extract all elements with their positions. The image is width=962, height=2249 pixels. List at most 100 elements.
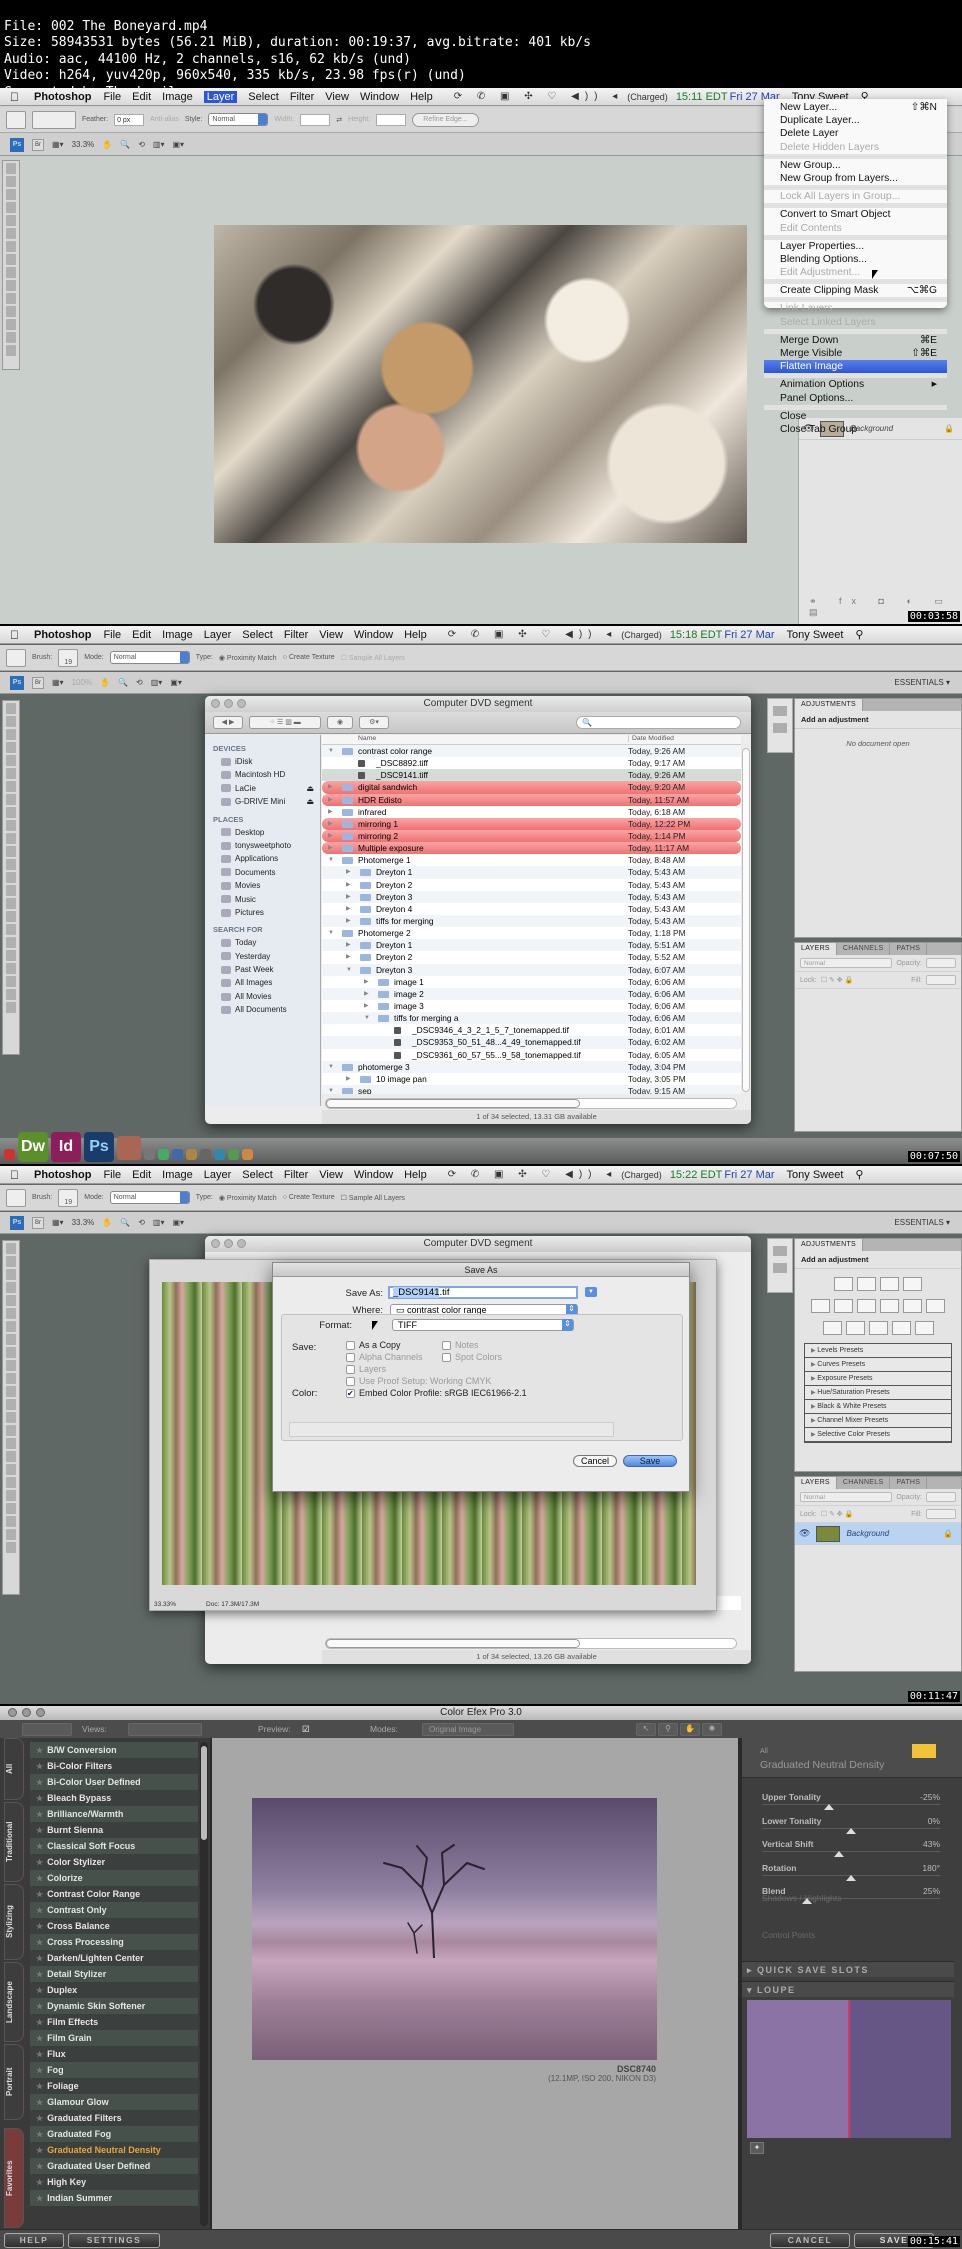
favorite-star-icon[interactable]: ★ bbox=[36, 1842, 43, 1851]
views-buttons[interactable] bbox=[128, 1722, 202, 1736]
mode-select[interactable]: Normal bbox=[109, 1191, 190, 1204]
menu-item[interactable]: Flatten Image bbox=[764, 360, 947, 374]
save-option-checkbox[interactable]: As a Copy bbox=[346, 1340, 401, 1350]
favorite-star-icon[interactable]: ★ bbox=[36, 1826, 43, 1835]
menu-select[interactable]: Select bbox=[242, 1169, 273, 1181]
disclosure-triangle-icon[interactable]: ▶ bbox=[328, 818, 333, 830]
filter-list-item[interactable]: ★ Color Stylizer bbox=[30, 1854, 198, 1870]
apple-icon[interactable]:  bbox=[10, 628, 24, 642]
menu-window[interactable]: Window bbox=[360, 91, 399, 103]
browser-view-toggle[interactable] bbox=[22, 1722, 72, 1736]
list-item[interactable]: _DSC9346_4_3_2_1_5_7_tonemapped.tif Today… bbox=[322, 1024, 741, 1036]
create-texture-radio[interactable]: ○ Create Texture bbox=[283, 654, 335, 661]
save-option-checkbox[interactable]: ✔ Embed Color Profile: sRGB IEC61966-2.1 bbox=[346, 1388, 527, 1398]
list-item[interactable]: ▶ HDR Edisto Today, 11:57 AM bbox=[322, 793, 741, 806]
menu-item[interactable]: Convert to Smart Object bbox=[764, 208, 947, 221]
actions-icon[interactable] bbox=[773, 1263, 787, 1273]
doc-size[interactable]: Doc: 17.3M/17.3M bbox=[206, 1601, 259, 1608]
black-white-icon[interactable] bbox=[880, 1299, 899, 1313]
dock-app-icon[interactable] bbox=[158, 1149, 169, 1160]
disclosure-triangle-icon[interactable]: ▶ bbox=[364, 988, 369, 1000]
anti-alias-checkbox[interactable]: Anti-alias bbox=[150, 116, 179, 123]
filter-list-item[interactable]: ★ Bi-Color Filters bbox=[30, 1758, 198, 1774]
marquee-tool-preset[interactable] bbox=[6, 110, 26, 129]
list-item[interactable]: _DSC9141.tiff Today, 9:26 AM bbox=[322, 769, 741, 782]
filter-list-item[interactable]: ★ Cross Balance bbox=[30, 1918, 198, 1934]
dock-indesign[interactable]: Id bbox=[51, 1132, 81, 1162]
width-input[interactable] bbox=[300, 113, 331, 126]
list-item[interactable]: ▼ Dreyton 3 Today, 6:07 AM bbox=[322, 963, 741, 976]
menu-image[interactable]: Image bbox=[162, 1169, 193, 1181]
mode-select[interactable]: Normal bbox=[109, 651, 190, 664]
list-item[interactable]: ▼ Photomerge 1 Today, 8:48 AM bbox=[322, 854, 741, 866]
filter-list-scrollbar[interactable] bbox=[200, 1742, 208, 2226]
menu-image[interactable]: Image bbox=[162, 629, 193, 641]
category-tab[interactable]: Favorites bbox=[4, 2128, 24, 2228]
filter-list-item[interactable]: ★ Classical Soft Focus bbox=[30, 1838, 198, 1854]
lock-buttons[interactable]: ☐ ✎ ✥ 🔒 bbox=[821, 1510, 854, 1518]
tab-channels[interactable]: CHANNELS bbox=[837, 1477, 891, 1489]
filter-list-item[interactable]: ★ Bi-Color User Defined bbox=[30, 1774, 198, 1790]
preset-item[interactable]: Exposure Presets bbox=[805, 1372, 951, 1386]
dock-app-icon[interactable] bbox=[242, 1149, 253, 1160]
bridge-icon[interactable]: Br bbox=[32, 138, 44, 151]
tab-adjustments[interactable]: ADJUSTMENTS bbox=[795, 699, 864, 711]
dock-app-icon[interactable] bbox=[117, 1136, 141, 1160]
horizontal-scrollbar[interactable] bbox=[325, 1098, 737, 1109]
menu-filter[interactable]: Filter bbox=[290, 91, 314, 103]
selective-color-icon[interactable] bbox=[914, 1321, 934, 1335]
status-icons[interactable]: ⟳ ✆ ▣ ✣ ♡ ◀)) ◂ bbox=[448, 1169, 618, 1180]
list-item[interactable]: ▼ tiffs for merging a Today, 6:06 AM bbox=[322, 1012, 741, 1025]
screen-mode-icon[interactable]: ▣▾ bbox=[170, 678, 182, 687]
favorite-star-icon[interactable]: ★ bbox=[36, 2130, 43, 2139]
disclosure-triangle-icon[interactable]: ▶ bbox=[346, 903, 351, 915]
filter-list-item[interactable]: ★ Graduated Filters bbox=[30, 2110, 198, 2126]
history-icon[interactable] bbox=[773, 1246, 787, 1256]
menu-layer[interactable]: Layer bbox=[204, 1169, 232, 1181]
disclosure-triangle-icon[interactable]: ▶ bbox=[328, 794, 333, 806]
category-tab[interactable]: All bbox=[4, 1738, 24, 1800]
list-item[interactable]: ▶ Dreyton 2 Today, 5:43 AM bbox=[322, 879, 741, 891]
list-item[interactable]: ▶ image 2 Today, 6:06 AM bbox=[322, 987, 741, 1000]
sample-all-layers-checkbox[interactable]: ☐ Sample All Layers bbox=[341, 654, 405, 662]
disclosure-triangle-icon[interactable]: ▶ bbox=[346, 951, 351, 963]
selection-mode-buttons[interactable] bbox=[32, 110, 76, 129]
rotate-view-icon[interactable]: ⟲ bbox=[136, 678, 143, 687]
cancel-button[interactable]: CANCEL bbox=[770, 2233, 850, 2248]
date[interactable]: Fri 27 Mar bbox=[724, 1169, 774, 1181]
filter-list-item[interactable]: ★ Graduated Fog bbox=[30, 2126, 198, 2142]
finder-titlebar[interactable]: Computer DVD segment bbox=[205, 1236, 751, 1252]
gradient-map-icon[interactable] bbox=[891, 1321, 911, 1335]
sidebar-item[interactable]: All Movies bbox=[205, 990, 320, 1003]
user-name[interactable]: Tony Sweet bbox=[787, 629, 844, 641]
loupe-pin-icon[interactable]: ✦ bbox=[750, 2142, 764, 2154]
user-name[interactable]: Tony Sweet bbox=[787, 1169, 844, 1181]
horizontal-scrollbar[interactable] bbox=[325, 1638, 737, 1649]
slider-handle[interactable] bbox=[846, 1827, 856, 1834]
slider-handle[interactable] bbox=[833, 1851, 844, 1857]
filter-list-item[interactable]: ★ Glamour Glow bbox=[30, 2094, 198, 2110]
sidebar-section-header[interactable]: DEVICES bbox=[205, 742, 320, 755]
preset-item[interactable]: Levels Presets bbox=[805, 1344, 951, 1358]
list-item[interactable]: ▶ infrared Today, 6:18 AM bbox=[322, 806, 741, 818]
channel-mixer-icon[interactable] bbox=[926, 1299, 945, 1313]
eject-icon[interactable]: ⏏ bbox=[306, 795, 314, 808]
view-mode-buttons[interactable]: ⁘ ☰ ▥ ▬ bbox=[249, 716, 321, 729]
minimize-button[interactable] bbox=[224, 699, 233, 708]
list-item[interactable]: ▶ image 3 Today, 6:06 AM bbox=[322, 1000, 741, 1012]
menu-item[interactable]: Layer Properties... bbox=[764, 240, 947, 253]
tab-layers[interactable]: LAYERS bbox=[795, 943, 837, 955]
disclosure-triangle-icon[interactable]: ▶ bbox=[328, 781, 333, 793]
sidebar-item[interactable]: All Images bbox=[205, 976, 320, 989]
style-select[interactable]: Normal bbox=[208, 113, 269, 126]
sidebar-item[interactable]: Desktop bbox=[205, 826, 320, 839]
filter-list-item[interactable]: ★ Graduated Neutral Density bbox=[30, 2142, 198, 2158]
sample-all-layers-checkbox[interactable]: ☐ Sample All Layers bbox=[341, 1194, 405, 1202]
levels-icon[interactable] bbox=[857, 1277, 876, 1291]
view-extras-icon[interactable]: ▦▾ bbox=[52, 140, 64, 149]
disclosure-triangle-icon[interactable]: ▶ bbox=[346, 891, 351, 903]
sidebar-section-header[interactable]: SEARCH FOR bbox=[205, 923, 320, 936]
menu-select[interactable]: Select bbox=[242, 629, 273, 641]
filter-list-item[interactable]: ★ Detail Stylizer bbox=[30, 1966, 198, 1982]
invert-icon[interactable] bbox=[822, 1321, 842, 1335]
